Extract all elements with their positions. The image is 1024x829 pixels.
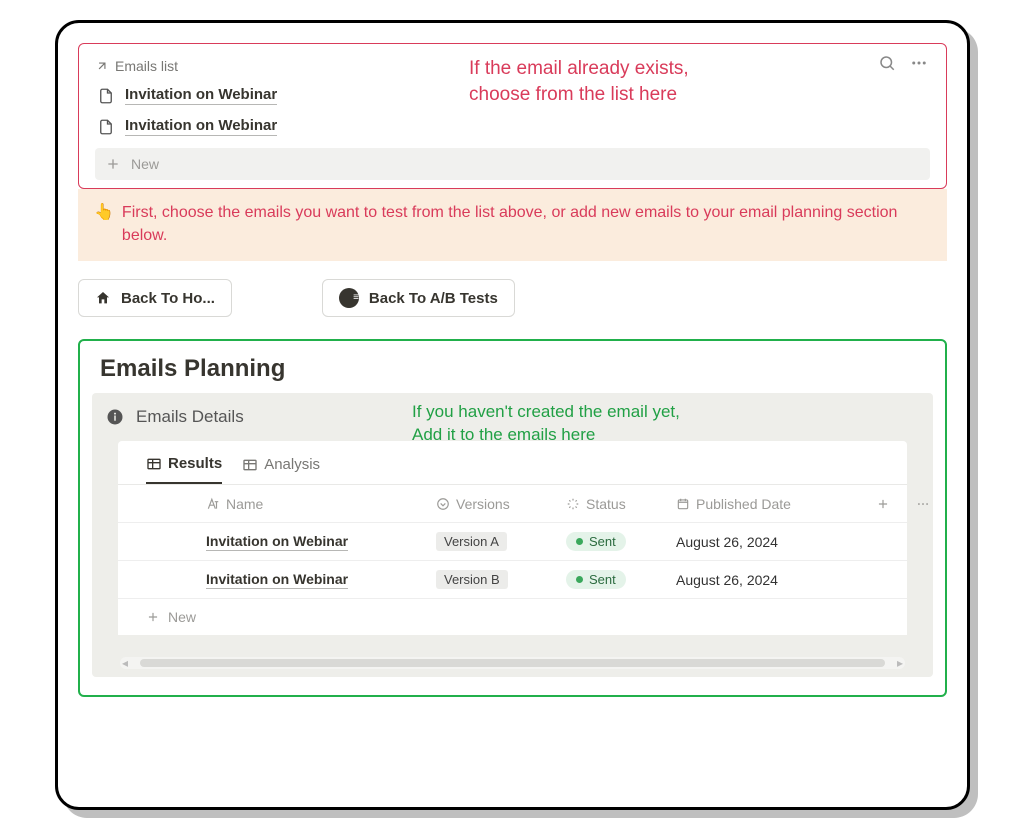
- table-more-button[interactable]: [916, 497, 956, 511]
- col-published[interactable]: Published Date: [676, 496, 876, 512]
- version-pill: Version B: [436, 570, 508, 589]
- callout-text: First, choose the emails you want to tes…: [122, 201, 931, 247]
- row-date: August 26, 2024: [676, 572, 876, 588]
- info-icon: [106, 408, 124, 426]
- tab-analysis[interactable]: Analysis: [242, 455, 320, 484]
- more-icon[interactable]: [910, 54, 928, 77]
- callout-banner: 👆 First, choose the emails you want to t…: [78, 189, 947, 261]
- table-row[interactable]: Invitation on Webinar Version A Sent Aug…: [118, 523, 907, 561]
- table-icon: [146, 456, 162, 472]
- back-home-label: Back To Ho...: [121, 290, 215, 307]
- back-ab-label: Back To A/B Tests: [369, 290, 498, 307]
- view-tabs: Results Analysis: [118, 455, 907, 485]
- add-column-button[interactable]: [876, 497, 916, 511]
- row-date: August 26, 2024: [676, 534, 876, 550]
- col-versions[interactable]: Versions: [436, 496, 566, 512]
- emails-list-section: Emails list Invitation on Webinar Invita…: [78, 43, 947, 189]
- calendar-icon: [676, 497, 690, 511]
- more-icon: [916, 497, 930, 511]
- table-icon: [242, 457, 258, 473]
- new-table-row[interactable]: New: [118, 599, 907, 635]
- text-icon: [206, 497, 220, 511]
- details-title: Emails Details: [136, 407, 244, 427]
- scrollbar-thumb[interactable]: [140, 659, 885, 667]
- row-name: Invitation on Webinar: [206, 571, 348, 589]
- tab-results[interactable]: Results: [146, 455, 222, 484]
- version-pill: Version A: [436, 532, 507, 551]
- horizontal-scrollbar[interactable]: ◂ ▸: [120, 657, 905, 669]
- new-list-item[interactable]: New: [95, 148, 930, 180]
- scroll-left-icon[interactable]: ◂: [122, 656, 128, 670]
- emails-planning-section: Emails Planning Emails Details If you ha…: [78, 339, 947, 697]
- table-row[interactable]: Invitation on Webinar Version B Sent Aug…: [118, 561, 907, 599]
- app-card: Emails list Invitation on Webinar Invita…: [55, 20, 970, 810]
- row-name: Invitation on Webinar: [206, 533, 348, 551]
- status-pill: Sent: [566, 570, 626, 589]
- planning-title: Emails Planning: [80, 353, 945, 393]
- emails-table: Name Versions Status Published Date: [118, 485, 907, 635]
- home-icon: [95, 290, 111, 306]
- col-name[interactable]: Name: [206, 496, 436, 512]
- new-label: New: [131, 156, 159, 172]
- chevron-down-circle-icon: [436, 497, 450, 511]
- back-home-button[interactable]: Back To Ho...: [78, 279, 232, 317]
- plus-icon: [876, 497, 890, 511]
- status-pill: Sent: [566, 532, 626, 551]
- details-body: Results Analysis Name: [118, 441, 907, 635]
- scroll-right-icon[interactable]: ▸: [897, 656, 903, 670]
- list-item[interactable]: Invitation on Webinar: [95, 111, 930, 142]
- list-header-actions: [878, 54, 928, 77]
- green-annotation: If you haven't created the email yet, Ad…: [412, 401, 680, 447]
- page-icon: [97, 87, 115, 105]
- pointing-up-icon: 👆: [94, 201, 114, 247]
- emails-list-title: Emails list: [115, 58, 178, 74]
- col-status[interactable]: Status: [566, 496, 676, 512]
- plus-icon: [105, 156, 121, 172]
- status-icon: [566, 497, 580, 511]
- filter-circle-icon: ≡: [339, 288, 359, 308]
- search-icon[interactable]: [878, 54, 896, 77]
- table-header-row: Name Versions Status Published Date: [118, 485, 907, 523]
- back-ab-button[interactable]: ≡ Back To A/B Tests: [322, 279, 515, 317]
- list-item-label: Invitation on Webinar: [125, 86, 277, 105]
- plus-icon: [146, 610, 160, 624]
- red-annotation: If the email already exists, choose from…: [469, 56, 689, 107]
- arrow-up-right-icon: [95, 59, 109, 73]
- details-bar: Emails Details If you haven't created th…: [92, 393, 933, 677]
- page-icon: [97, 118, 115, 136]
- list-item-label: Invitation on Webinar: [125, 117, 277, 136]
- nav-buttons-row: Back To Ho... ≡ Back To A/B Tests: [58, 261, 967, 335]
